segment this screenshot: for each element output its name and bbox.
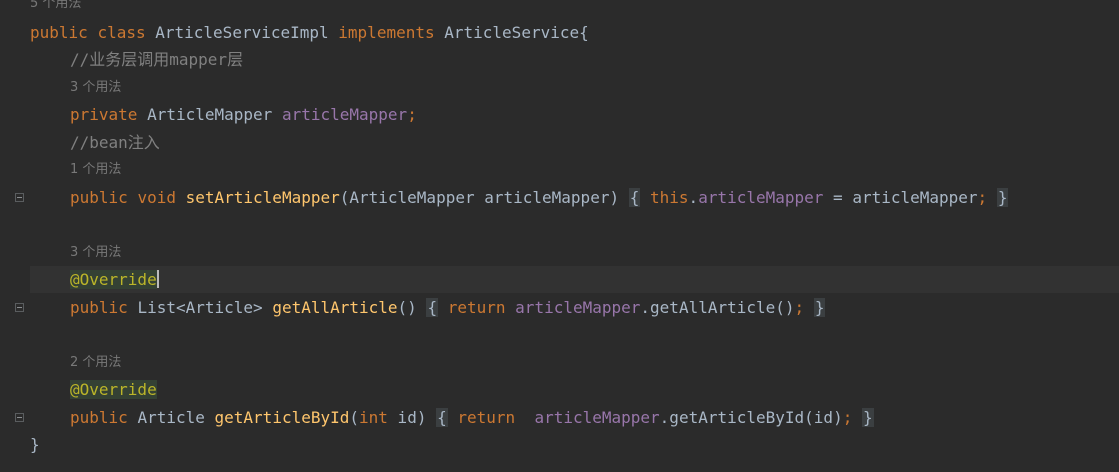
keyword: void (137, 188, 176, 207)
field-name: articleMapper (698, 188, 824, 207)
code-line-annotation[interactable]: @Override (30, 376, 1119, 403)
keyword: return (447, 298, 506, 317)
type-name: ArticleMapper (147, 105, 273, 124)
folded-brace-close: } (996, 188, 1009, 207)
interface-name: ArticleService{ (444, 23, 589, 42)
annotation: @Override (70, 380, 157, 399)
field-name: articleMapper (534, 408, 660, 427)
params: (ArticleMapper articleMapper) (339, 188, 620, 207)
assignment: = articleMapper (823, 188, 978, 207)
keyword: implements (338, 23, 435, 42)
keyword: public (70, 188, 128, 207)
semicolon: ; (977, 188, 988, 207)
semicolon: ; (794, 298, 805, 317)
code-line-class-close[interactable]: } (30, 431, 1119, 458)
usage-hint-get-all[interactable]: 3 个用法 (70, 239, 121, 266)
field-name: articleMapper (515, 298, 641, 317)
param-rest: id) (387, 408, 427, 427)
code-line-field[interactable]: private ArticleMapper articleMapper; (30, 101, 1119, 128)
keyword: int (359, 408, 388, 427)
keyword: public (70, 408, 128, 427)
keyword: class (97, 23, 146, 42)
usage-hint-class[interactable]: 5 个用法 (30, 0, 81, 17)
folded-brace-open: { (426, 298, 439, 317)
code-line-class-decl[interactable]: public class ArticleServiceImpl implemen… (30, 19, 1119, 46)
keyword: return (457, 408, 516, 427)
folded-brace-close: } (861, 408, 874, 427)
annotation: @Override (70, 270, 157, 289)
code-line-get-article-by-id[interactable]: public Article getArticleById(int id) { … (30, 404, 1119, 431)
code-line-setter[interactable]: public void setArticleMapper(ArticleMapp… (30, 184, 1119, 211)
keyword: this (650, 188, 689, 207)
method-call: .getAllArticle() (640, 298, 795, 317)
editor-gutter (0, 0, 28, 472)
params: () (397, 298, 417, 317)
keyword: public (70, 298, 128, 317)
field-name: articleMapper (281, 105, 408, 124)
code-line-get-all-article[interactable]: public List<Article> getAllArticle() { r… (30, 294, 1119, 321)
folded-brace-open: { (436, 408, 448, 427)
code-line-annotation-current[interactable]: @Override (30, 266, 1119, 293)
semicolon: ; (842, 408, 853, 427)
usage-hint-field[interactable]: 3 个用法 (70, 74, 121, 101)
comment: //bean注入 (70, 133, 160, 152)
semicolon: ; (407, 105, 417, 124)
usage-hint-setter[interactable]: 1 个用法 (70, 156, 121, 183)
type-name: List<Article> (137, 298, 263, 317)
method-name: setArticleMapper (185, 188, 340, 207)
folded-brace-open: { (628, 188, 641, 207)
fold-toggle-icon[interactable] (15, 303, 24, 312)
method-call: .getArticleById(id) (659, 408, 843, 427)
code-line-comment-mapper[interactable]: //业务层调用mapper层 (30, 46, 1119, 73)
comment: //业务层调用mapper层 (70, 50, 244, 69)
paren-open: ( (349, 408, 360, 427)
usage-hint-get-by-id[interactable]: 2 个用法 (70, 349, 121, 376)
text-caret (156, 270, 159, 288)
keyword: private (70, 105, 138, 124)
code-line-comment-bean[interactable]: //bean注入 (30, 129, 1119, 156)
method-name: getAllArticle (272, 298, 398, 317)
fold-toggle-icon[interactable] (15, 193, 24, 202)
closing-brace: } (30, 435, 40, 454)
folded-brace-close: } (813, 298, 826, 317)
class-name: ArticleServiceImpl (155, 23, 329, 42)
method-name: getArticleById (214, 408, 350, 427)
type-name: Article (137, 408, 205, 427)
dot: . (688, 188, 699, 207)
keyword: public (30, 23, 88, 42)
fold-toggle-icon[interactable] (15, 413, 24, 422)
